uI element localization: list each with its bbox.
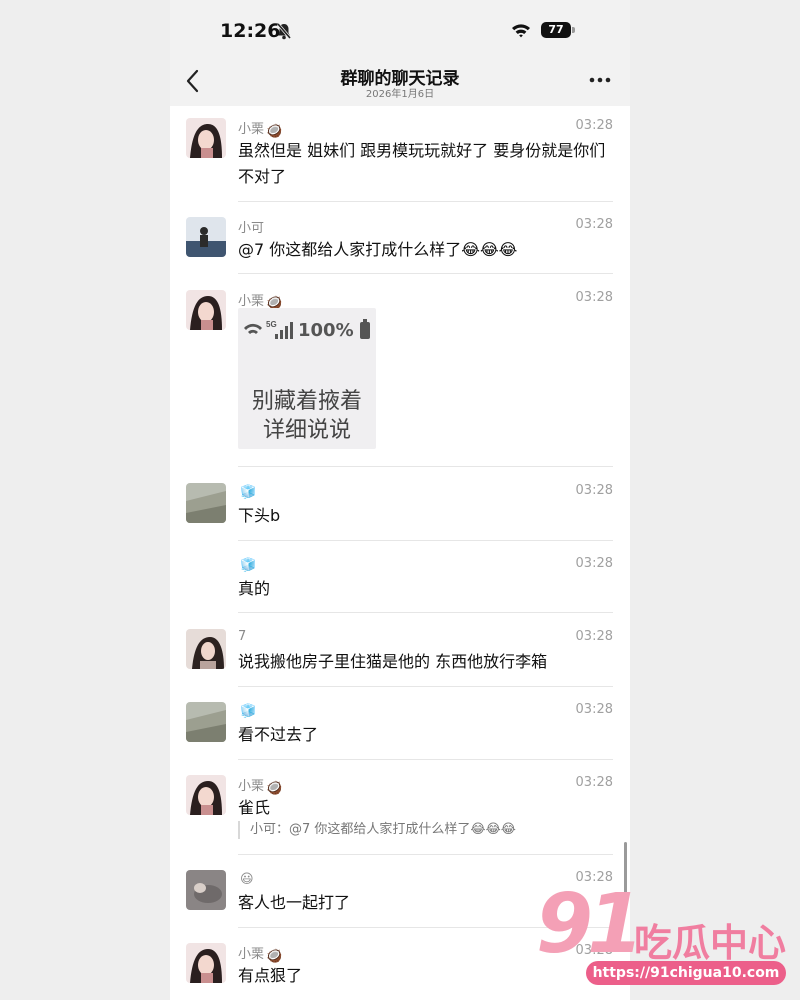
quoted-message[interactable]: 小可：@7 你这都给人家打成什么样了😂😂😂 bbox=[238, 821, 516, 839]
message-text: 说我搬他房子里住猫是他的 东西他放行李箱 bbox=[238, 652, 548, 671]
battery-level: 77 bbox=[541, 22, 571, 38]
coconut-icon: 🥥 bbox=[266, 781, 283, 796]
avatar bbox=[186, 943, 226, 983]
sender-name: 🧊 bbox=[238, 483, 256, 500]
sticker-text-line1: 别藏着掖着 bbox=[251, 389, 362, 414]
message-time: 03:28 bbox=[575, 629, 613, 644]
divider bbox=[238, 612, 613, 613]
avatar bbox=[186, 118, 226, 158]
sender-name: 7 bbox=[238, 629, 247, 644]
divider bbox=[238, 854, 613, 855]
divider bbox=[238, 273, 613, 274]
more-options-icon[interactable] bbox=[588, 72, 612, 88]
message-time: 03:28 bbox=[575, 556, 613, 571]
ice-cube-icon: 🧊 bbox=[240, 485, 257, 500]
message-time: 03:28 bbox=[575, 483, 613, 498]
battery-icon: 77 bbox=[541, 22, 575, 38]
message-text: 看不过去了 bbox=[238, 725, 319, 744]
coconut-icon: 🥥 bbox=[266, 124, 283, 139]
watermark-url: https://91chigua10.com bbox=[586, 961, 786, 985]
avatar bbox=[186, 870, 226, 910]
chat-message: 🧊 03:28 下头b bbox=[170, 483, 630, 533]
divider bbox=[238, 759, 613, 760]
sticker-image[interactable]: 5G 100% 别藏着掖着 详细说说 bbox=[238, 308, 376, 449]
message-text: 下头b bbox=[238, 506, 281, 525]
avatar bbox=[186, 290, 226, 330]
coconut-icon: 🥥 bbox=[266, 949, 283, 964]
chat-message: 小栗 🥥 03:28 雀氏 小可：@7 你这都给人家打成什么样了😂😂😂 bbox=[170, 775, 630, 845]
sender-name: 小栗 🥥 bbox=[238, 122, 283, 139]
watermark-brand: 吃瓜中心 bbox=[634, 921, 787, 965]
sticker-text-line2: 详细说说 bbox=[262, 418, 351, 443]
divider bbox=[238, 540, 613, 541]
message-text: 雀氏 bbox=[238, 798, 271, 817]
chat-message: 小栗 🥥 03:28 5G 100% 别藏着掖着 详细说说 bbox=[170, 290, 630, 450]
top-bar: 12:26 77 群聊的聊天记录 2026年1月6日 bbox=[170, 0, 630, 106]
bell-off-icon bbox=[276, 23, 292, 40]
chat-message: 🧊 03:28 真的 bbox=[170, 556, 630, 606]
status-time: 12:26 bbox=[220, 20, 281, 42]
sender-name: 小栗 🥥 bbox=[238, 947, 283, 964]
chat-message: 小可 03:28 @7 你这都给人家打成什么样了😂😂😂 bbox=[170, 217, 630, 267]
chat-message: 🧊 03:28 看不过去了 bbox=[170, 702, 630, 752]
sender-name: 小可 bbox=[238, 221, 265, 236]
sender-name: 🧊 bbox=[238, 702, 256, 719]
ice-cube-icon: 🧊 bbox=[240, 704, 257, 719]
avatar bbox=[186, 217, 226, 257]
avatar bbox=[186, 702, 226, 742]
message-time: 03:28 bbox=[575, 217, 613, 232]
smile-icon: 😃 bbox=[240, 872, 254, 887]
message-text: 真的 bbox=[238, 579, 271, 598]
chat-message: 7 03:28 说我搬他房子里住猫是他的 东西他放行李箱 bbox=[170, 629, 630, 679]
ice-cube-icon: 🧊 bbox=[240, 558, 257, 573]
message-time: 03:28 bbox=[575, 118, 613, 133]
sticker-percent: 100% bbox=[298, 320, 354, 341]
divider bbox=[238, 466, 613, 467]
message-time: 03:28 bbox=[575, 702, 613, 717]
avatar bbox=[186, 775, 226, 815]
divider bbox=[238, 686, 613, 687]
avatar bbox=[186, 483, 226, 523]
sender-name: 🧊 bbox=[238, 556, 256, 573]
svg-text:5G: 5G bbox=[266, 320, 277, 329]
wifi-icon bbox=[512, 24, 530, 38]
avatar bbox=[186, 629, 226, 669]
message-time: 03:28 bbox=[575, 775, 613, 790]
phone-screen: 12:26 77 群聊的聊天记录 2026年1月6日 小栗 🥥 03:28 虽然… bbox=[170, 0, 630, 1000]
page-subtitle-date: 2026年1月6日 bbox=[365, 89, 435, 100]
message-text: @7 你这都给人家打成什么样了😂😂😂 bbox=[238, 240, 518, 259]
message-time: 03:28 bbox=[575, 290, 613, 305]
chat-message: 小栗 🥥 03:28 虽然但是 姐妹们 跟男模玩玩就好了 要身份就是你们不对了 bbox=[170, 118, 630, 198]
watermark-number: 91 bbox=[536, 877, 644, 972]
sender-name: 😃 bbox=[238, 870, 254, 887]
sender-name: 小栗 🥥 bbox=[238, 779, 283, 796]
divider bbox=[238, 201, 613, 202]
message-text: 虽然但是 姐妹们 跟男模玩玩就好了 要身份就是你们不对了 bbox=[238, 141, 606, 186]
